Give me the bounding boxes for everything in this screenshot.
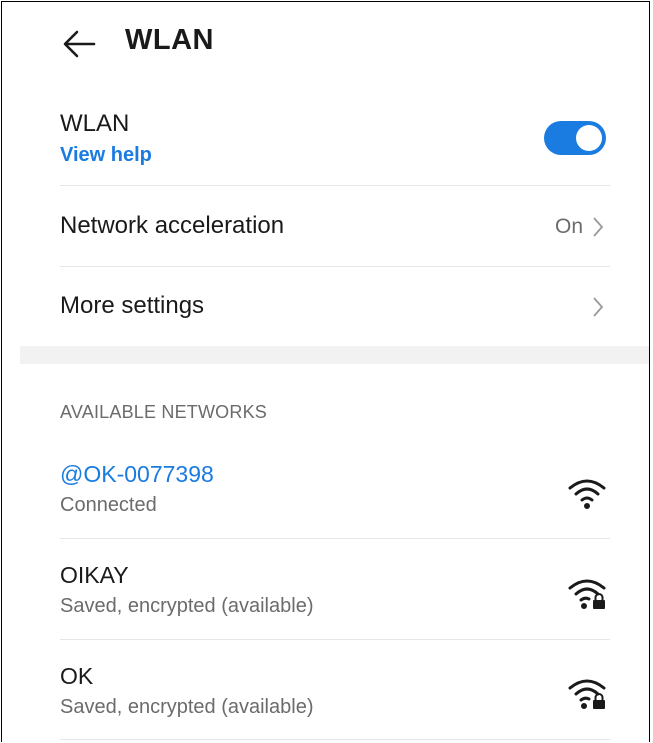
divider xyxy=(60,266,610,267)
network-name: OK xyxy=(60,663,94,689)
network-status: Saved, encrypted (available) xyxy=(60,696,314,718)
wifi-full-icon xyxy=(568,479,606,509)
wlan-toggle[interactable] xyxy=(544,121,606,155)
wifi-locked-icon xyxy=(568,679,606,709)
network-name: OIKAY xyxy=(60,562,129,588)
view-help-link[interactable]: View help xyxy=(60,144,610,167)
available-networks-heading: AVAILABLE NETWORKS xyxy=(60,402,267,422)
divider xyxy=(60,639,610,640)
network-item-oikay[interactable]: OIKAY Saved, encrypted (available) xyxy=(60,562,610,618)
section-separator xyxy=(20,346,649,364)
network-name: @OK-0077398 xyxy=(60,461,214,487)
wlan-label: WLAN xyxy=(60,110,130,137)
chevron-right-icon xyxy=(593,217,604,237)
network-acceleration-row[interactable]: Network acceleration xyxy=(60,212,610,240)
divider xyxy=(60,185,610,186)
toggle-knob xyxy=(576,125,602,151)
divider xyxy=(60,739,610,740)
more-settings-row[interactable]: More settings xyxy=(60,292,610,320)
network-status: Connected xyxy=(60,494,157,516)
wlan-settings-screen: WLAN WLAN View help Network acceleration… xyxy=(1,1,650,742)
network-item-ok[interactable]: OK Saved, encrypted (available) xyxy=(60,663,610,719)
wifi-locked-icon xyxy=(568,579,606,609)
network-status: Saved, encrypted (available) xyxy=(60,595,314,617)
divider xyxy=(60,538,610,539)
network-item-ok-0077398[interactable]: @OK-0077398 Connected xyxy=(60,461,610,517)
more-settings-label: More settings xyxy=(60,292,205,319)
header: WLAN xyxy=(2,2,649,86)
network-acceleration-value: On xyxy=(554,215,583,238)
page-title: WLAN xyxy=(125,24,214,56)
chevron-right-icon xyxy=(593,297,604,317)
back-arrow-icon[interactable] xyxy=(60,24,100,64)
network-acceleration-label: Network acceleration xyxy=(60,212,285,239)
wlan-toggle-row[interactable]: WLAN View help xyxy=(60,110,610,167)
